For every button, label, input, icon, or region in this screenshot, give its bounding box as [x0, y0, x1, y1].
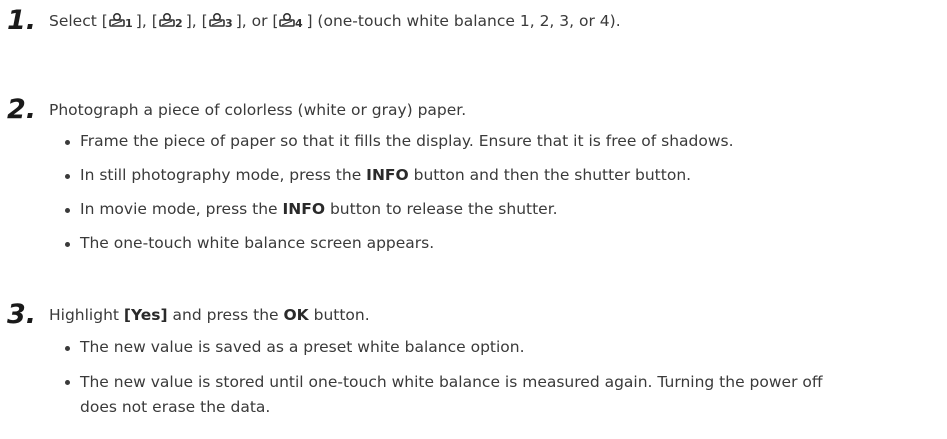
- text-segment: Select [: [49, 12, 108, 30]
- list-item: The new value is saved as a preset white…: [61, 336, 880, 358]
- step-text: Select [1], [2], [3], or [4] (one-touch …: [49, 11, 621, 31]
- one-touch-wb-2-icon: 2: [158, 12, 183, 28]
- list-item: In still photography mode, press the INF…: [61, 164, 880, 186]
- step-text: Highlight [Yes] and press the OK button.: [49, 305, 370, 325]
- svg-text:1: 1: [125, 17, 133, 28]
- step-text: Photograph a piece of colorless (white o…: [49, 101, 467, 119]
- text-segment: and press the: [167, 306, 284, 324]
- list-item: The one-touch white balance screen appea…: [61, 232, 880, 254]
- bullet-text: The new value is stored until one-touch …: [80, 373, 823, 416]
- bullet-text: The new value is saved as a preset white…: [80, 338, 525, 356]
- bullet-text: button to release the shutter.: [325, 200, 558, 218]
- text-segment: Highlight: [49, 306, 124, 324]
- text-segment: button.: [308, 306, 370, 324]
- yes-option-label: [Yes]: [123, 306, 168, 324]
- step-3-bullets: The new value is saved as a preset white…: [61, 336, 880, 432]
- step-2-bullets: Frame the piece of paper so that it fill…: [61, 130, 880, 266]
- bullet-text: button and then the shutter button.: [408, 166, 692, 184]
- svg-text:2: 2: [175, 17, 183, 28]
- one-touch-wb-4-icon: 4: [279, 12, 303, 28]
- list-item: Frame the piece of paper so that it fill…: [61, 130, 880, 152]
- list-item: The new value is stored until one-touch …: [61, 370, 850, 420]
- bullet-text: Frame the piece of paper so that it fill…: [80, 132, 734, 150]
- bullet-text: In still photography mode, press the: [80, 166, 367, 184]
- list-item: In movie mode, press the INFO button to …: [61, 198, 880, 220]
- ok-button-label: OK: [283, 306, 309, 324]
- text-segment: ], [: [135, 12, 158, 30]
- bullet-text: The one-touch white balance screen appea…: [80, 234, 435, 252]
- text-segment: ], [: [185, 12, 208, 30]
- step-number: 3.: [7, 299, 37, 330]
- bullet-text: In movie mode, press the: [80, 200, 283, 218]
- step-number: 1.: [7, 5, 37, 36]
- text-segment: ], or [: [235, 12, 279, 30]
- one-touch-wb-3-icon: 3: [208, 12, 233, 28]
- svg-text:3: 3: [225, 17, 233, 28]
- info-button-label: INFO: [366, 166, 409, 184]
- svg-text:4: 4: [295, 17, 303, 28]
- one-touch-wb-1-icon: 1: [108, 12, 133, 28]
- text-segment: ] (one-touch white balance 1, 2, 3, or 4…: [306, 12, 621, 30]
- step-number: 2.: [7, 94, 37, 125]
- info-button-label: INFO: [282, 200, 326, 218]
